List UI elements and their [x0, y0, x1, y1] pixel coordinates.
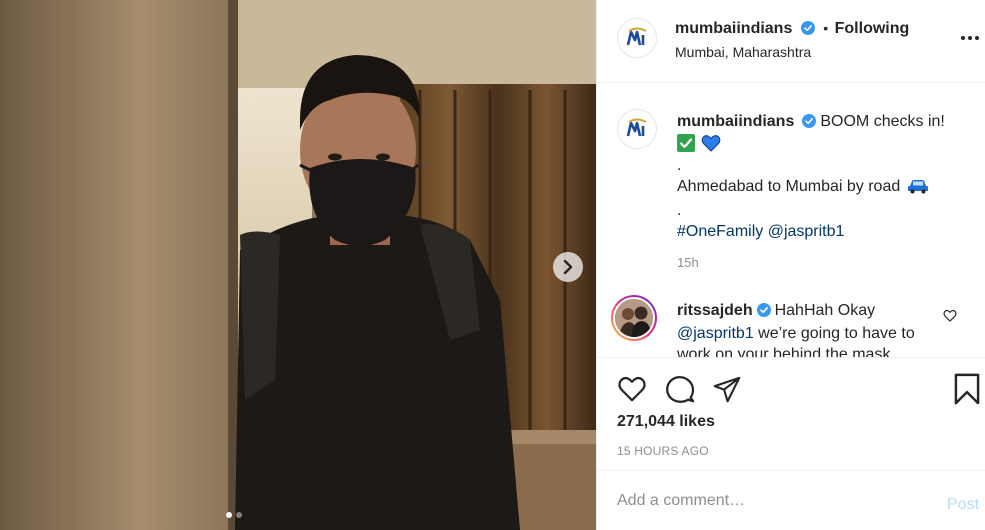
author-avatar[interactable] [617, 18, 657, 58]
car-emoji [907, 178, 929, 200]
blue-heart-emoji [701, 134, 721, 158]
comment-text-start: HahHah Okay [774, 302, 876, 319]
verified-badge-icon [800, 21, 815, 40]
post-timestamp[interactable]: 15 HOURS AGO [617, 444, 709, 458]
mention-link[interactable]: @jaspritb1 [768, 223, 845, 240]
comment-bubble-icon[interactable] [665, 374, 695, 409]
add-comment-bar: Post [597, 470, 985, 530]
post-photo [0, 0, 596, 530]
verified-badge-icon [756, 302, 771, 323]
caption-author-avatar[interactable] [617, 109, 657, 149]
mi-logo-icon [626, 27, 647, 46]
comments-scroll-area[interactable]: mumbaiindians BOOM checks in! . Ahmedabad… [597, 83, 985, 357]
post-comment-button[interactable]: Post [947, 496, 979, 514]
commenter-handle[interactable]: ritssajdeh [677, 302, 753, 319]
save-bookmark-icon[interactable] [953, 373, 981, 410]
author-handle[interactable]: mumbaiindians [675, 20, 792, 37]
hashtag-link[interactable]: #OneFamily [677, 223, 763, 240]
comment-mention-link[interactable]: @jaspritb1 [677, 325, 754, 342]
following-button[interactable]: Following [835, 20, 910, 37]
post-sidebar: mumbaiindians • Following Mumbai, Mahara… [596, 0, 985, 530]
caption-author-handle[interactable]: mumbaiindians [677, 113, 794, 130]
caption-timestamp[interactable]: 15h [677, 255, 699, 270]
comment-like-heart-icon[interactable] [943, 309, 957, 327]
carousel-dot [236, 512, 242, 518]
carousel-dot-active [226, 512, 232, 518]
more-options-button[interactable] [961, 36, 979, 40]
commenter-avatar[interactable] [611, 295, 657, 341]
header-separator: • [823, 20, 829, 36]
post-actions: 271,044 likes 15 HOURS AGO [597, 357, 985, 470]
caption-separator: . [677, 157, 682, 174]
next-photo-button[interactable] [553, 252, 583, 282]
like-heart-icon[interactable] [617, 375, 647, 407]
chevron-right-icon [562, 260, 574, 274]
post-media[interactable] [0, 0, 596, 530]
post-caption: mumbaiindians BOOM checks in! . Ahmedabad… [677, 111, 967, 242]
verified-badge-icon [802, 113, 817, 134]
add-comment-input[interactable] [617, 489, 917, 513]
caption-text: BOOM checks in! [820, 113, 945, 130]
share-paper-plane-icon[interactable] [712, 375, 742, 408]
like-count[interactable]: 271,044 likes [617, 413, 715, 431]
comment-body: ritssajdeh HahHah Okay @jaspritb1 we’re g… [677, 300, 942, 357]
caption-separator: . [677, 202, 682, 219]
post-location[interactable]: Mumbai, Maharashtra [675, 44, 811, 60]
carousel-indicator [226, 512, 242, 518]
post-header: mumbaiindians • Following Mumbai, Mahara… [597, 0, 985, 83]
caption-route: Ahmedabad to Mumbai by road [677, 178, 901, 195]
mi-logo-icon [626, 118, 647, 137]
